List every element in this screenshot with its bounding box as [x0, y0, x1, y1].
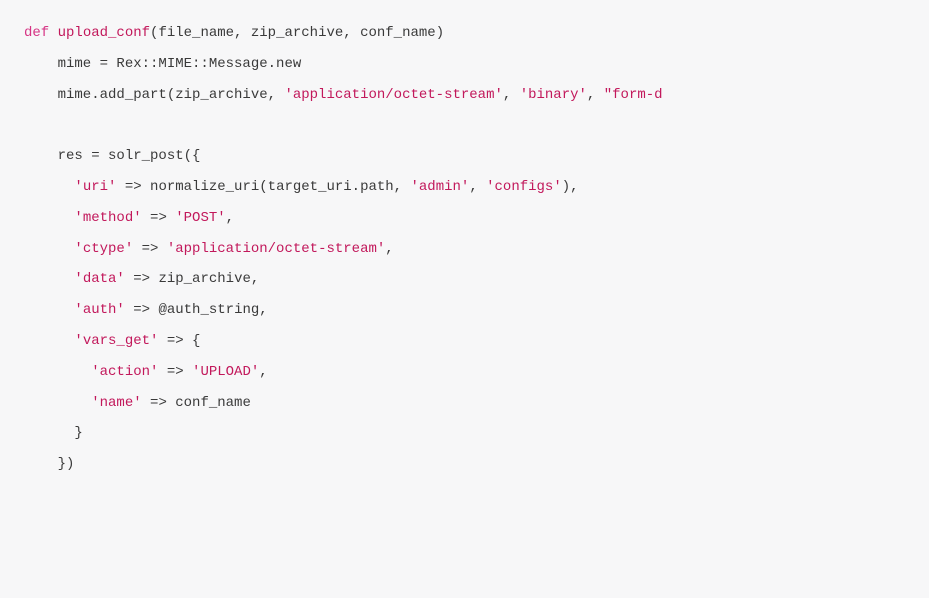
- arrow: =>: [125, 271, 159, 287]
- line-2: mime = Rex::MIME::Message.new: [24, 56, 301, 72]
- string-literal: 'binary': [520, 87, 587, 103]
- code-text: }): [24, 456, 74, 472]
- hash-key: 'vars_get': [74, 333, 158, 349]
- hash-key: 'action': [91, 364, 158, 380]
- line-12: 'action' => 'UPLOAD',: [24, 364, 268, 380]
- fn-name: upload_conf: [58, 25, 150, 41]
- code-text: ,: [259, 364, 267, 380]
- hash-key: 'uri': [74, 179, 116, 195]
- arrow: =>: [125, 302, 159, 318]
- string-literal: "form-d: [604, 87, 663, 103]
- line-3: mime.add_part(zip_archive, 'application/…: [24, 87, 663, 103]
- string-literal: 'admin': [411, 179, 470, 195]
- code-text: {: [192, 333, 200, 349]
- indent: [24, 333, 74, 349]
- code-text: mime = Rex::MIME::Message.new: [24, 56, 301, 72]
- code-block: def upload_conf(file_name, zip_archive, …: [0, 0, 929, 498]
- code-text: ),: [562, 179, 579, 195]
- string-literal: 'configs': [486, 179, 562, 195]
- line-6: 'uri' => normalize_uri(target_uri.path, …: [24, 179, 579, 195]
- arrow: =>: [142, 210, 176, 226]
- indent: [24, 271, 74, 287]
- arrow: =>: [133, 241, 167, 257]
- code-text: @auth_string,: [158, 302, 267, 318]
- hash-key: 'auth': [74, 302, 124, 318]
- code-text: conf_name: [175, 395, 251, 411]
- indent: [24, 210, 74, 226]
- code-text: zip_archive,: [158, 271, 259, 287]
- code-text: ,: [226, 210, 234, 226]
- line-8: 'ctype' => 'application/octet-stream',: [24, 241, 394, 257]
- indent: [24, 364, 91, 380]
- hash-key: 'ctype': [74, 241, 133, 257]
- code-text: res = solr_post({: [24, 148, 200, 164]
- line-5: res = solr_post({: [24, 148, 200, 164]
- code-text: ,: [385, 241, 393, 257]
- line-14: }: [24, 425, 83, 441]
- code-text: ,: [469, 179, 486, 195]
- arrow: =>: [158, 364, 192, 380]
- keyword-def: def: [24, 25, 49, 41]
- code-text: normalize_uri(target_uri.path,: [150, 179, 410, 195]
- arrow: =>: [158, 333, 192, 349]
- code-text: mime.add_part(zip_archive,: [24, 87, 284, 103]
- fn-args: (file_name, zip_archive, conf_name): [150, 25, 444, 41]
- line-15: }): [24, 456, 74, 472]
- indent: [24, 395, 91, 411]
- code-text: ,: [503, 87, 520, 103]
- string-literal: 'POST': [175, 210, 225, 226]
- string-literal: 'application/octet-stream': [284, 87, 502, 103]
- line-10: 'auth' => @auth_string,: [24, 302, 268, 318]
- arrow: =>: [142, 395, 176, 411]
- line-13: 'name' => conf_name: [24, 395, 251, 411]
- indent: [24, 302, 74, 318]
- arrow: =>: [116, 179, 150, 195]
- string-literal: 'application/octet-stream': [167, 241, 385, 257]
- indent: [24, 241, 74, 257]
- hash-key: 'name': [91, 395, 141, 411]
- indent: [24, 179, 74, 195]
- code-text: ,: [587, 87, 604, 103]
- line-7: 'method' => 'POST',: [24, 210, 234, 226]
- line-1: def upload_conf(file_name, zip_archive, …: [24, 25, 444, 41]
- hash-key: 'data': [74, 271, 124, 287]
- code-text: }: [24, 425, 83, 441]
- hash-key: 'method': [74, 210, 141, 226]
- line-9: 'data' => zip_archive,: [24, 271, 259, 287]
- line-11: 'vars_get' => {: [24, 333, 200, 349]
- string-literal: 'UPLOAD': [192, 364, 259, 380]
